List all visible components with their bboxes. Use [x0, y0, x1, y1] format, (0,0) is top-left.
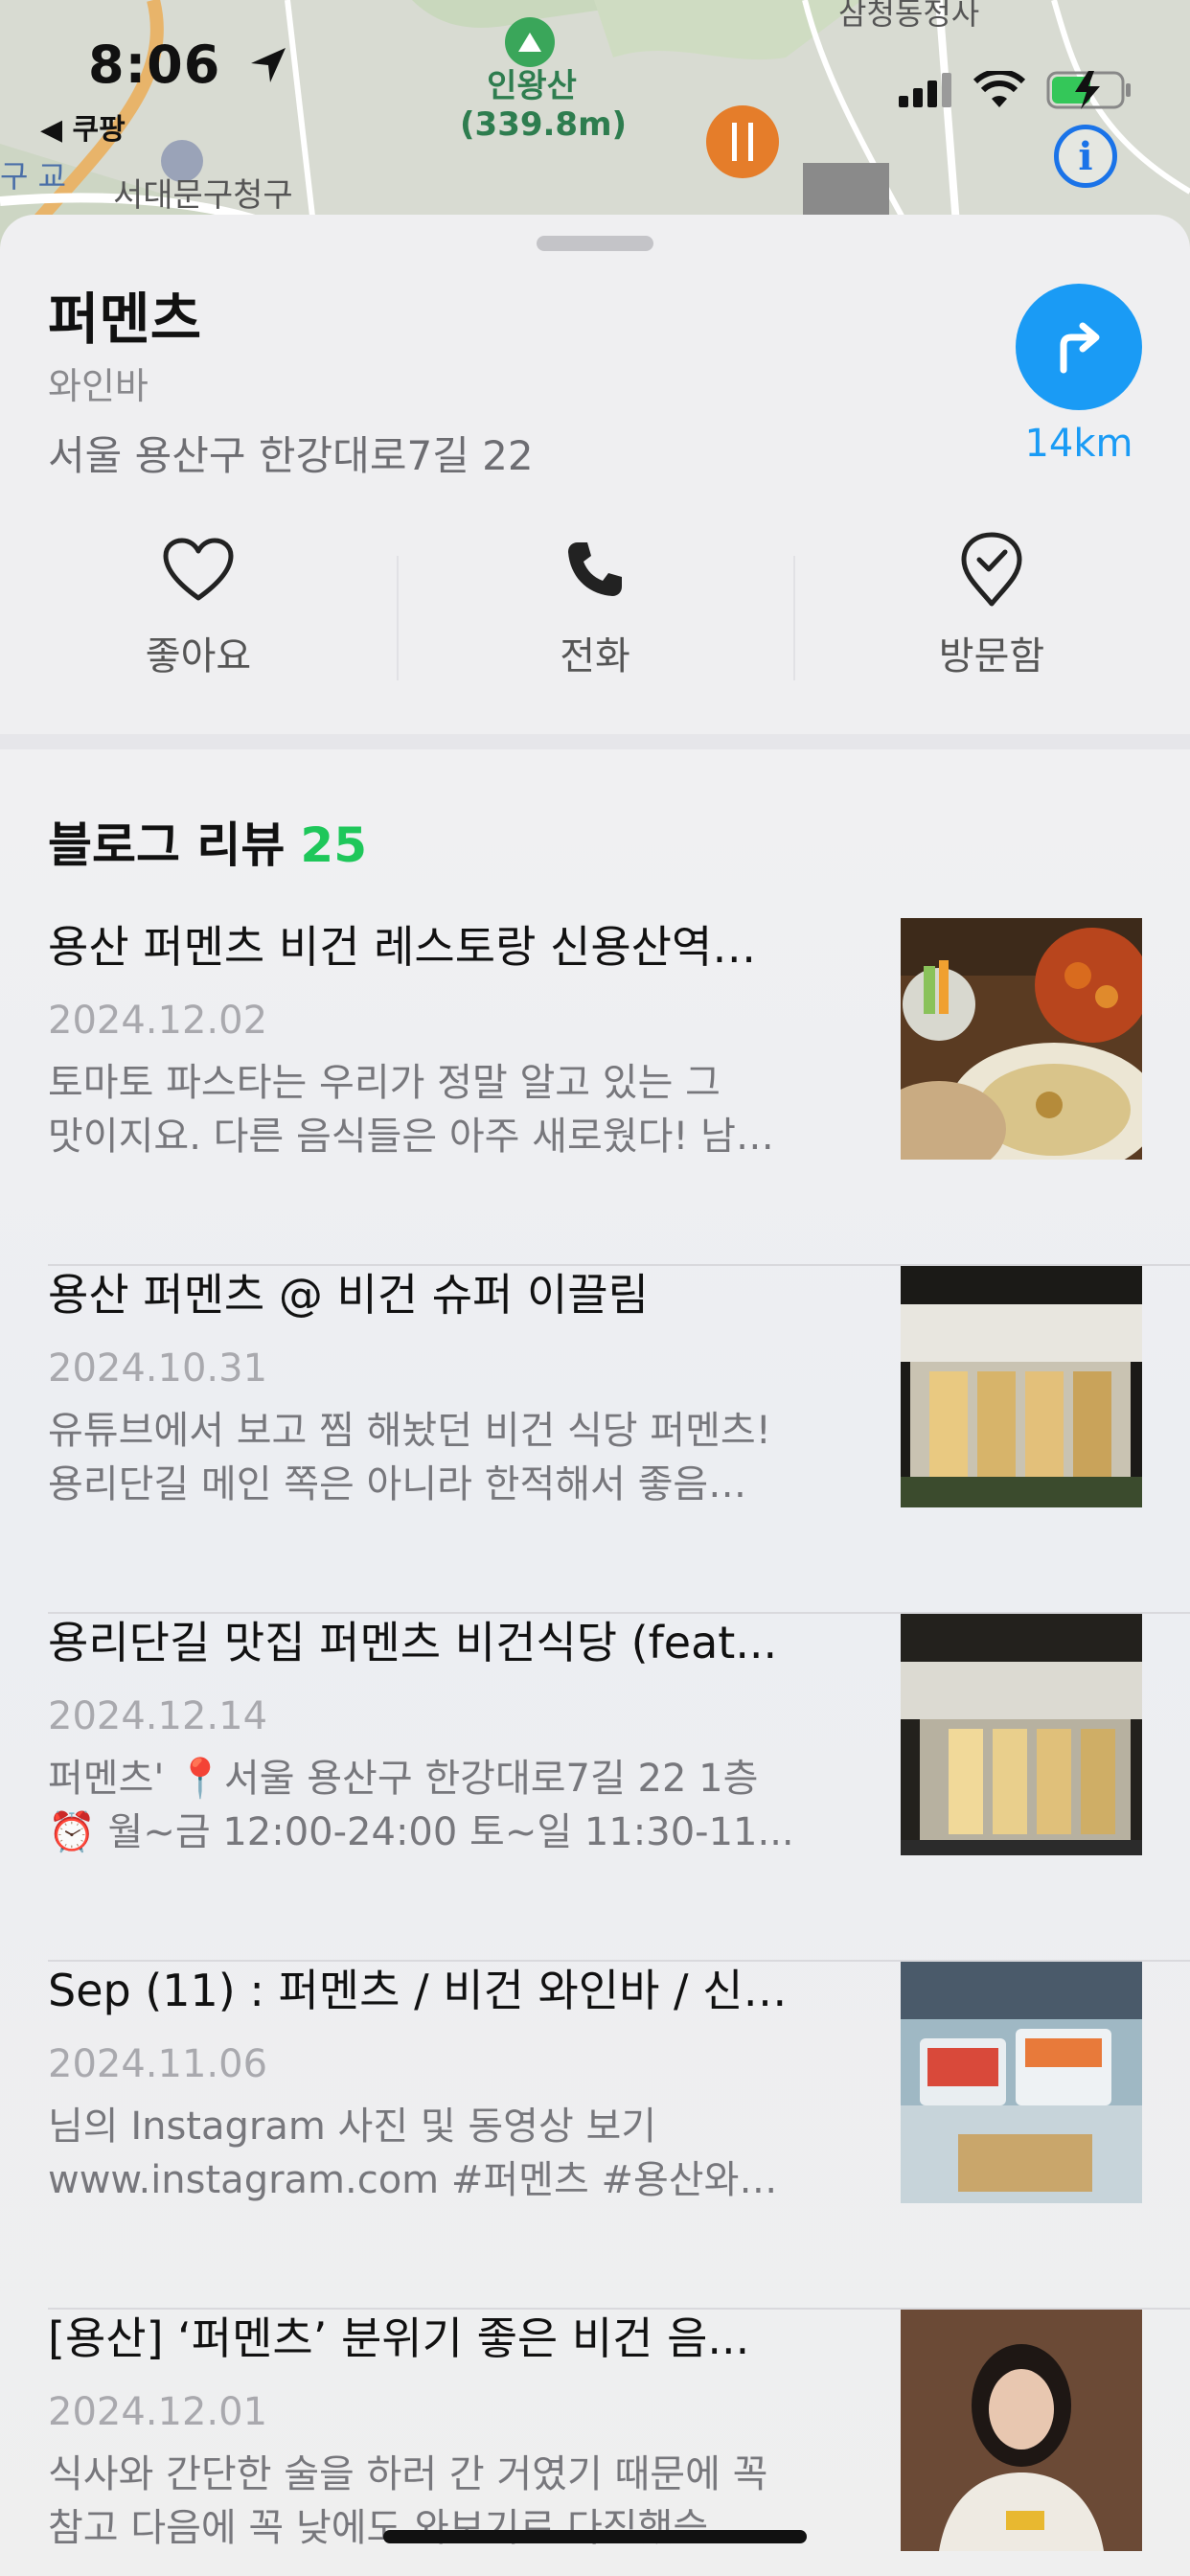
review-snippet-line: 맛이지요. 다른 음식들은 아주 새로웠다! 남…: [48, 1115, 774, 1159]
sheet-grabber[interactable]: [537, 236, 653, 251]
review-snippet-line: 님의 Instagram 사진 및 동영상 보기: [48, 2104, 657, 2149]
review-item[interactable]: 용산 퍼멘츠 @ 비건 슈퍼 이끌림 2024.10.31 유튜브에서 보고 찜…: [0, 1266, 1190, 1614]
review-snippet: 님의 Instagram 사진 및 동영상 보기 www.instagram.c…: [48, 2100, 834, 2207]
visited-pin-icon: [953, 531, 1030, 608]
review-title: 용리단길 맛집 퍼멘츠 비건식당 (feat...: [48, 1617, 778, 1668]
review-list: 용산 퍼멘츠 비건 레스토랑 신용산역… 2024.12.02 토마토 파스타는…: [0, 918, 1190, 2576]
action-bar: 좋아요 전화 방문함: [0, 531, 1190, 684]
map-poi-mountain-name: 인왕산: [487, 67, 577, 105]
status-time: 8:06: [88, 34, 289, 95]
home-indicator[interactable]: [383, 2530, 807, 2543]
wifi-icon: [973, 71, 1025, 107]
review-item[interactable]: 용산 퍼멘츠 비건 레스토랑 신용산역… 2024.12.02 토마토 파스타는…: [0, 918, 1190, 1266]
battery-charging-icon: [1046, 71, 1131, 109]
directions-button[interactable]: [1016, 284, 1142, 410]
restaurant-pin-icon: [706, 105, 779, 178]
review-date: 2024.11.06: [48, 2042, 268, 2086]
call-button[interactable]: 전화: [397, 531, 793, 684]
review-snippet: 토마토 파스타는 우리가 정말 알고 있는 그 맛이지요. 다른 음식들은 아주…: [48, 1056, 834, 1163]
cellular-signal-icon: [899, 73, 951, 107]
review-snippet: 유튜브에서 보고 찜 해놨던 비건 식당 퍼멘츠! 용리단길 메인 쪽은 아니라…: [48, 1404, 834, 1511]
review-date: 2024.12.02: [48, 999, 268, 1043]
review-snippet-line: 토마토 파스타는 우리가 정말 알고 있는 그: [48, 1061, 721, 1105]
palace-icon: [803, 163, 889, 220]
blog-reviews-header: 블로그 리뷰 25: [48, 807, 367, 876]
back-to-app-link[interactable]: ◀ 쿠팡: [40, 105, 126, 148]
heart-icon: [160, 531, 237, 608]
review-snippet-line: www.instagram.com #퍼멘츠 #용산와…: [48, 2158, 778, 2202]
review-title: 용산 퍼멘츠 @ 비건 슈퍼 이끌림: [48, 1269, 649, 1321]
map-poi-mountain-distance: (339.8m): [460, 105, 628, 144]
review-thumbnail: [901, 2310, 1142, 2551]
review-snippet-line: 식사와 간단한 술을 하러 간 거였기 때문에 꼭: [48, 2452, 768, 2496]
status-icons: [899, 69, 1133, 111]
review-snippet-line: 참고 다음에 꼭 낮에도 와보기로 다짐했습: [48, 2506, 709, 2550]
section-divider: [0, 734, 1190, 749]
place-detail-sheet: 퍼멘츠 와인바 서울 용산구 한강대로7길 22 14km 좋아요 전화 방문함…: [0, 215, 1190, 2576]
place-name: 퍼멘츠: [48, 287, 202, 352]
review-snippet-line: 용리단길 메인 쪽은 아니라 한적해서 좋음…: [48, 1462, 747, 1506]
visited-label: 방문함: [938, 634, 1045, 678]
review-thumbnail: [901, 918, 1142, 1160]
review-thumbnail: [901, 1962, 1142, 2203]
review-date: 2024.12.01: [48, 2390, 268, 2434]
review-title: [용산] ‘퍼멘츠’ 분위기 좋은 비건 음...: [48, 2312, 750, 2364]
review-item[interactable]: 용리단길 맛집 퍼멘츠 비건식당 (feat... 2024.12.14 퍼멘츠…: [0, 1614, 1190, 1962]
review-snippet-line: ⏰ 월~금 12:00-24:00 토~일 11:30-11...: [48, 1810, 794, 1854]
like-label: 좋아요: [145, 634, 252, 678]
map-label-left: 구 교: [0, 158, 67, 195]
like-button[interactable]: 좋아요: [0, 531, 397, 684]
blog-reviews-section: 블로그 리뷰 25 용산 퍼멘츠 비건 레스토랑 신용산역… 2024.12.02…: [0, 749, 1190, 2576]
review-thumbnail: [901, 1266, 1142, 1507]
call-label: 전화: [560, 634, 630, 678]
map-label-district: 서대문구청구: [113, 176, 293, 215]
review-title: Sep (11) : 퍼멘츠 / 비건 와인바 / 신…: [48, 1965, 788, 2016]
review-title: 용산 퍼멘츠 비건 레스토랑 신용산역…: [48, 921, 757, 973]
review-snippet-line: 퍼멘츠' 📍서울 용산구 한강대로7길 22 1층: [48, 1757, 759, 1801]
map-label-top: 삼청동정사: [838, 0, 980, 32]
visited-button[interactable]: 방문함: [793, 531, 1190, 684]
blog-reviews-title: 블로그 리뷰: [48, 817, 286, 873]
phone-icon: [557, 531, 633, 608]
blog-reviews-count: 25: [300, 817, 368, 873]
place-address[interactable]: 서울 용산구 한강대로7길 22: [48, 424, 534, 482]
status-time-text: 8:06: [88, 34, 221, 95]
review-snippet: 퍼멘츠' 📍서울 용산구 한강대로7길 22 1층 ⏰ 월~금 12:00-24…: [48, 1752, 834, 1859]
directions-distance: 14km: [1024, 422, 1133, 466]
review-date: 2024.12.14: [48, 1694, 268, 1738]
map-poi-mountain[interactable]: 인왕산 (339.8m): [460, 67, 628, 144]
location-arrow-icon: [251, 48, 286, 82]
review-item[interactable]: Sep (11) : 퍼멘츠 / 비건 와인바 / 신… 2024.11.06 …: [0, 1962, 1190, 2310]
review-thumbnail: [901, 1614, 1142, 1855]
place-category: 와인바: [48, 365, 149, 407]
info-button[interactable]: i: [1054, 125, 1117, 188]
review-snippet-line: 유튜브에서 보고 찜 해놨던 비건 식당 퍼멘츠!: [48, 1409, 771, 1453]
turn-right-arrow-icon: [1060, 322, 1100, 374]
review-date: 2024.10.31: [48, 1346, 268, 1391]
